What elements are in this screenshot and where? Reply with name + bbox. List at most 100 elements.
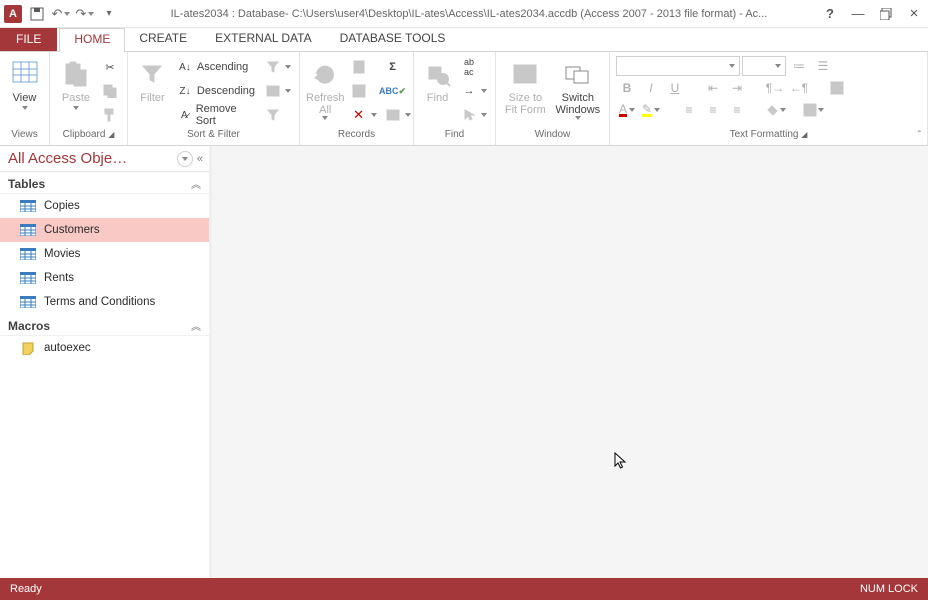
access-app-icon: A	[4, 5, 22, 23]
underline-button[interactable]: U	[664, 78, 686, 98]
ribbon: View Views Paste ✂ Clipboard ◢ F	[0, 52, 928, 146]
align-right-button[interactable]: ≡	[726, 100, 748, 120]
replace-button[interactable]: abac	[459, 56, 489, 78]
advanced-filter-button[interactable]	[263, 80, 293, 102]
table-icon	[20, 223, 36, 237]
alt-row-color-button[interactable]	[802, 100, 824, 120]
view-label: View	[13, 92, 37, 104]
view-button[interactable]: View	[6, 54, 43, 110]
sort-buttons: A↓Ascending Z↓Descending A̷Remove Sort	[175, 54, 257, 126]
nav-item-table[interactable]: Copies	[0, 194, 209, 218]
size-to-fit-button[interactable]: Size to Fit Form	[502, 54, 549, 116]
cut-button[interactable]: ✂	[100, 56, 120, 78]
rtl-icon: ←¶	[790, 81, 808, 95]
tab-create[interactable]: CREATE	[125, 28, 201, 51]
ltr-icon: ¶→	[766, 81, 784, 95]
highlight-button[interactable]: ✎	[640, 100, 662, 120]
select-button[interactable]	[459, 104, 489, 126]
sort-desc-icon: Z↓	[177, 83, 193, 99]
numbering-icon: ☰	[818, 59, 829, 73]
nav-item-table[interactable]: Customers	[0, 218, 209, 242]
save-icon[interactable]	[28, 5, 46, 23]
nav-item-macro[interactable]: autoexec	[0, 336, 209, 360]
chevron-up-icon: ︽	[191, 318, 201, 333]
fill-color-button[interactable]	[764, 100, 786, 120]
align-center-button[interactable]: ≡	[702, 100, 724, 120]
alt-row-icon	[803, 103, 817, 117]
nav-section-macros[interactable]: Macros ︽	[0, 314, 209, 336]
numbering-button[interactable]: ☰	[812, 56, 834, 76]
collapse-ribbon-icon[interactable]: ˆ	[918, 130, 921, 141]
ribbon-tabs: FILE HOME CREATE EXTERNAL DATA DATABASE …	[0, 28, 928, 52]
copy-icon	[102, 83, 118, 99]
decrease-indent-button[interactable]: ⇤	[702, 78, 724, 98]
switch-windows-button[interactable]: Switch Windows	[553, 54, 603, 120]
goto-icon: →	[461, 83, 477, 99]
tab-external-data[interactable]: EXTERNAL DATA	[201, 28, 325, 51]
delete-record-button[interactable]: ✕	[349, 104, 379, 126]
font-size-combo[interactable]	[742, 56, 786, 76]
nav-item-table[interactable]: Rents	[0, 266, 209, 290]
window-controls: ? — ×	[820, 4, 924, 24]
increase-indent-button[interactable]: ⇥	[726, 78, 748, 98]
group-records: Refresh All ✕ Σ ABC✔ Records	[300, 52, 414, 145]
remove-sort-button[interactable]: A̷Remove Sort	[175, 104, 257, 126]
font-family-combo[interactable]	[616, 56, 740, 76]
minimize-icon[interactable]: —	[848, 4, 868, 24]
ascending-button[interactable]: A↓Ascending	[175, 56, 257, 78]
mouse-cursor-icon	[614, 452, 628, 470]
qat-customize-icon[interactable]: ▾	[100, 5, 118, 23]
nav-header[interactable]: All Access Obje… «	[0, 146, 209, 172]
restore-icon[interactable]	[876, 4, 896, 24]
selection-icon	[265, 59, 281, 75]
new-record-button[interactable]	[349, 56, 379, 78]
help-icon[interactable]: ?	[820, 4, 840, 24]
nav-section-tables[interactable]: Tables ︽	[0, 172, 209, 194]
nav-menu-icon[interactable]	[177, 151, 193, 167]
copy-button[interactable]	[100, 80, 120, 102]
descending-button[interactable]: Z↓Descending	[175, 80, 257, 102]
table-icon	[20, 199, 36, 213]
tab-file[interactable]: FILE	[0, 28, 57, 51]
totals-button[interactable]: Σ	[383, 56, 413, 78]
nav-item-table[interactable]: Terms and Conditions	[0, 290, 209, 314]
gridlines-button[interactable]	[826, 78, 848, 98]
more-records-button[interactable]	[383, 104, 413, 126]
selection-filter-button[interactable]	[263, 56, 293, 78]
goto-button[interactable]: →	[459, 80, 489, 102]
bold-button[interactable]: B	[616, 78, 638, 98]
font-color-button[interactable]: A	[616, 100, 638, 120]
ltr-button[interactable]: ¶→	[764, 78, 786, 98]
nav-section-macros-label: Macros	[8, 319, 50, 333]
align-left-button[interactable]: ≡	[678, 100, 700, 120]
rtl-button[interactable]: ←¶	[788, 78, 810, 98]
close-icon[interactable]: ×	[904, 4, 924, 24]
group-sort-filter: Filter A↓Ascending Z↓Descending A̷Remove…	[128, 52, 300, 145]
paste-icon	[60, 58, 92, 90]
remove-sort-icon: A̷	[177, 107, 192, 123]
redo-icon[interactable]: ↷	[76, 5, 94, 23]
save-record-button[interactable]	[349, 80, 379, 102]
refresh-all-button[interactable]: Refresh All	[306, 54, 345, 120]
document-canvas	[212, 146, 928, 578]
filter-button[interactable]: Filter	[134, 54, 171, 104]
tab-database-tools[interactable]: DATABASE TOOLS	[326, 28, 460, 51]
nav-item-label: Movies	[44, 248, 80, 260]
spelling-button[interactable]: ABC✔	[383, 80, 413, 102]
tab-home[interactable]: HOME	[59, 28, 125, 51]
nav-collapse-icon[interactable]: «	[197, 153, 203, 165]
delete-icon: ✕	[351, 107, 367, 123]
undo-icon[interactable]: ↶	[52, 5, 70, 23]
save-record-icon	[351, 83, 367, 99]
find-button[interactable]: Find	[420, 54, 455, 104]
nav-section-tables-label: Tables	[8, 177, 45, 191]
italic-button[interactable]: I	[640, 78, 662, 98]
paste-button[interactable]: Paste	[56, 54, 96, 110]
bullets-button[interactable]: ≔	[788, 56, 810, 76]
toggle-filter-button[interactable]	[263, 104, 293, 126]
nav-item-table[interactable]: Movies	[0, 242, 209, 266]
format-painter-button[interactable]	[100, 104, 120, 126]
group-views: View Views	[0, 52, 50, 145]
switch-windows-icon	[562, 58, 594, 90]
records-col2: Σ ABC✔	[383, 54, 413, 126]
